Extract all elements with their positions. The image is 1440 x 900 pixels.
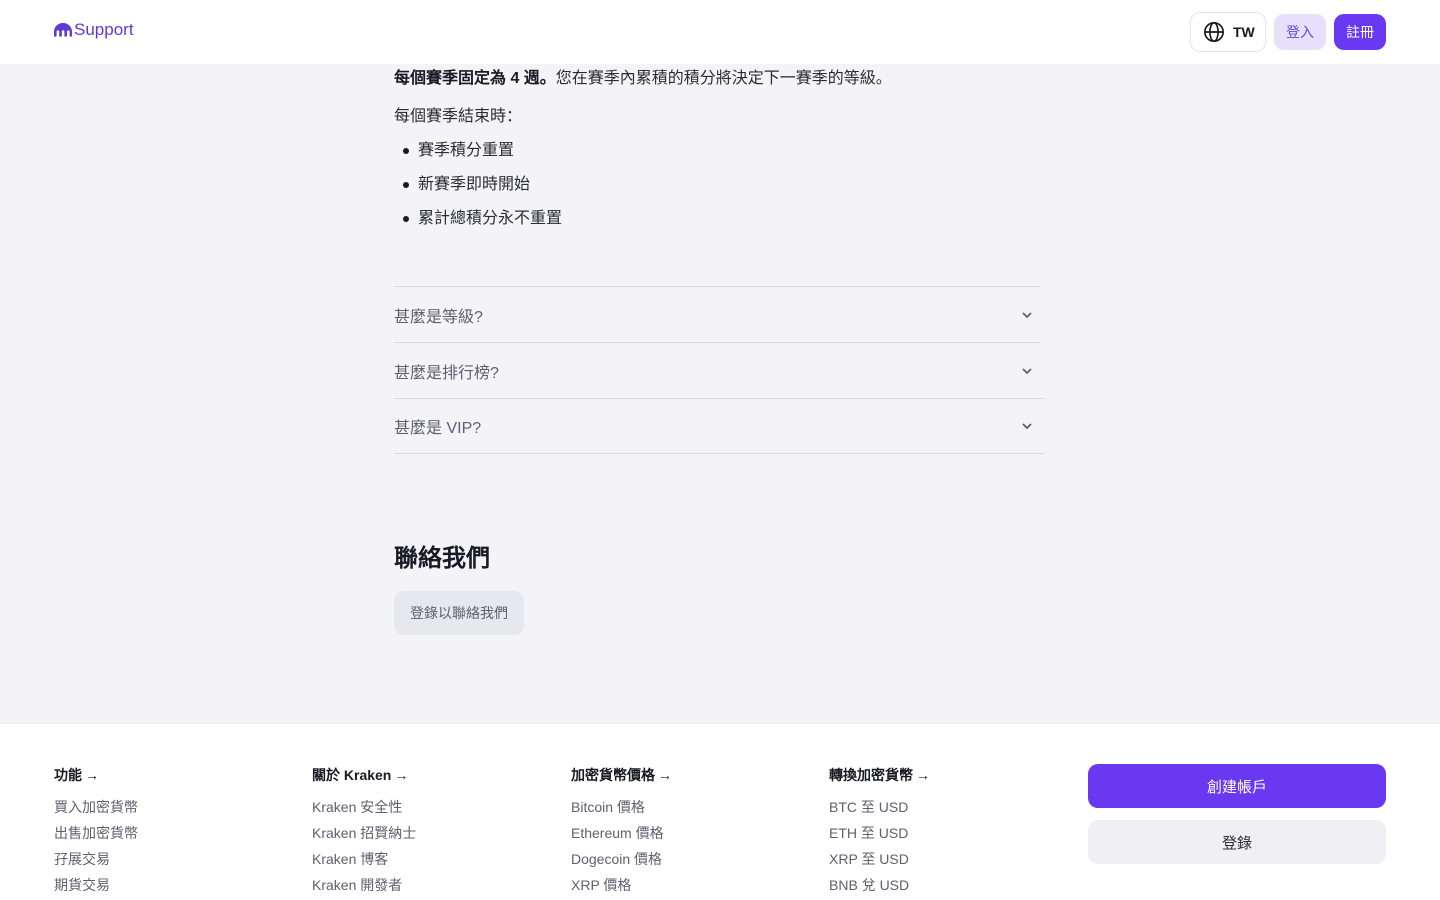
logo-text: Support: [74, 20, 134, 39]
arrow-right-icon: →: [85, 767, 99, 783]
list-item: 賽季積分重置: [394, 140, 562, 174]
bullet-icon: [403, 216, 409, 222]
create-account-button[interactable]: 創建帳戶: [1088, 764, 1386, 808]
footer-link[interactable]: Dogecoin 價格: [571, 850, 672, 876]
arrow-right-icon: →: [658, 767, 672, 783]
footer-column-features: 功能 → 買入加密貨幣 出售加密貨幣 孖展交易 期貨交易: [54, 766, 138, 900]
footer-heading-text: 轉換加密貨幣: [829, 767, 913, 783]
list-item-text: 累計總積分永不重置: [418, 210, 563, 227]
season-bold-text: 每個賽季固定為 4 週。: [394, 70, 556, 87]
globe-icon: [1204, 22, 1224, 42]
footer-link[interactable]: Kraken 安全性: [312, 798, 416, 824]
footer-column-convert: 轉換加密貨幣 → BTC 至 USD ETH 至 USD XRP 至 USD BN…: [829, 766, 930, 900]
footer-heading-prices[interactable]: 加密貨幣價格 →: [571, 766, 672, 784]
footer-heading-convert[interactable]: 轉換加密貨幣 →: [829, 766, 930, 784]
footer-column-about: 關於 Kraken → Kraken 安全性 Kraken 招賢納士 Kraken…: [312, 766, 416, 900]
top-nav: Support TW 登入 註冊: [0, 0, 1440, 64]
faq-item-leaderboard[interactable]: 甚麼是排行榜?: [394, 342, 1040, 398]
footer-link[interactable]: Ethereum 價格: [571, 824, 672, 850]
chevron-down-icon: [1022, 311, 1032, 318]
arrow-right-icon: →: [916, 767, 930, 783]
chevron-down-icon: [1022, 423, 1032, 430]
footer: 功能 → 買入加密貨幣 出售加密貨幣 孖展交易 期貨交易 關於 Kraken → K…: [0, 723, 1440, 900]
bullet-icon: [403, 148, 409, 154]
footer-heading-text: 關於 Kraken: [312, 767, 392, 783]
language-selector[interactable]: TW: [1190, 12, 1266, 52]
faq-question: 甚麼是 VIP?: [394, 420, 482, 437]
login-to-contact-button[interactable]: 登錄以聯絡我們: [394, 591, 524, 635]
footer-login-button[interactable]: 登錄: [1088, 820, 1386, 864]
footer-column-prices: 加密貨幣價格 → Bitcoin 價格 Ethereum 價格 Dogecoin …: [571, 766, 672, 900]
footer-link[interactable]: Bitcoin 價格: [571, 798, 672, 824]
faq-question: 甚麼是排行榜?: [394, 364, 499, 382]
bullet-icon: [403, 182, 409, 188]
signup-button[interactable]: 註冊: [1334, 14, 1386, 50]
footer-link[interactable]: BNB 兌 USD: [829, 876, 930, 900]
footer-link[interactable]: XRP 至 USD: [829, 850, 930, 876]
footer-link[interactable]: BTC 至 USD: [829, 798, 930, 824]
faq-item-tiers[interactable]: 甚麼是等級?: [394, 286, 1040, 342]
footer-heading-text: 加密貨幣價格: [571, 767, 655, 783]
footer-link[interactable]: Kraken 博客: [312, 850, 416, 876]
season-paragraph: 每個賽季固定為 4 週。您在賽季內累積的積分將決定下一賽季的等級。: [394, 68, 892, 90]
faq-accordion: 甚麼是等級? 甚麼是排行榜? 甚麼是 VIP?: [394, 286, 1045, 454]
chevron-down-icon: [1022, 367, 1032, 374]
faq-question: 甚麼是等級?: [394, 308, 483, 326]
list-item: 累計總積分永不重置: [394, 208, 562, 242]
arrow-right-icon: →: [394, 767, 409, 783]
kraken-logo-icon: [54, 23, 72, 37]
list-item: 新賽季即時開始: [394, 174, 562, 208]
language-label: TW: [1233, 24, 1255, 40]
footer-heading-text: 功能: [54, 767, 82, 783]
season-text: 您在賽季內累積的積分將決定下一賽季的等級。: [555, 70, 892, 87]
faq-item-vip[interactable]: 甚麼是 VIP?: [394, 398, 1045, 454]
footer-link[interactable]: Kraken 開發者: [312, 876, 416, 900]
footer-link[interactable]: Kraken 招賢納士: [312, 824, 416, 850]
footer-link[interactable]: 出售加密貨幣: [54, 824, 138, 850]
footer-link[interactable]: XRP 價格: [571, 876, 672, 900]
list-item-text: 新賽季即時開始: [418, 176, 531, 193]
login-button[interactable]: 登入: [1274, 14, 1326, 50]
footer-link[interactable]: ETH 至 USD: [829, 824, 930, 850]
footer-heading-features[interactable]: 功能 →: [54, 766, 138, 784]
support-logo[interactable]: Support: [54, 20, 134, 40]
footer-link[interactable]: 期貨交易: [54, 876, 138, 900]
list-item-text: 賽季積分重置: [418, 142, 515, 159]
season-end-list: 賽季積分重置 新賽季即時開始 累計總積分永不重置: [394, 140, 562, 242]
footer-heading-about[interactable]: 關於 Kraken →: [312, 766, 416, 784]
season-end-intro: 每個賽季結束時：: [394, 108, 523, 125]
footer-link[interactable]: 孖展交易: [54, 850, 138, 876]
footer-link[interactable]: 買入加密貨幣: [54, 798, 138, 824]
contact-title: 聯絡我們: [394, 545, 490, 572]
